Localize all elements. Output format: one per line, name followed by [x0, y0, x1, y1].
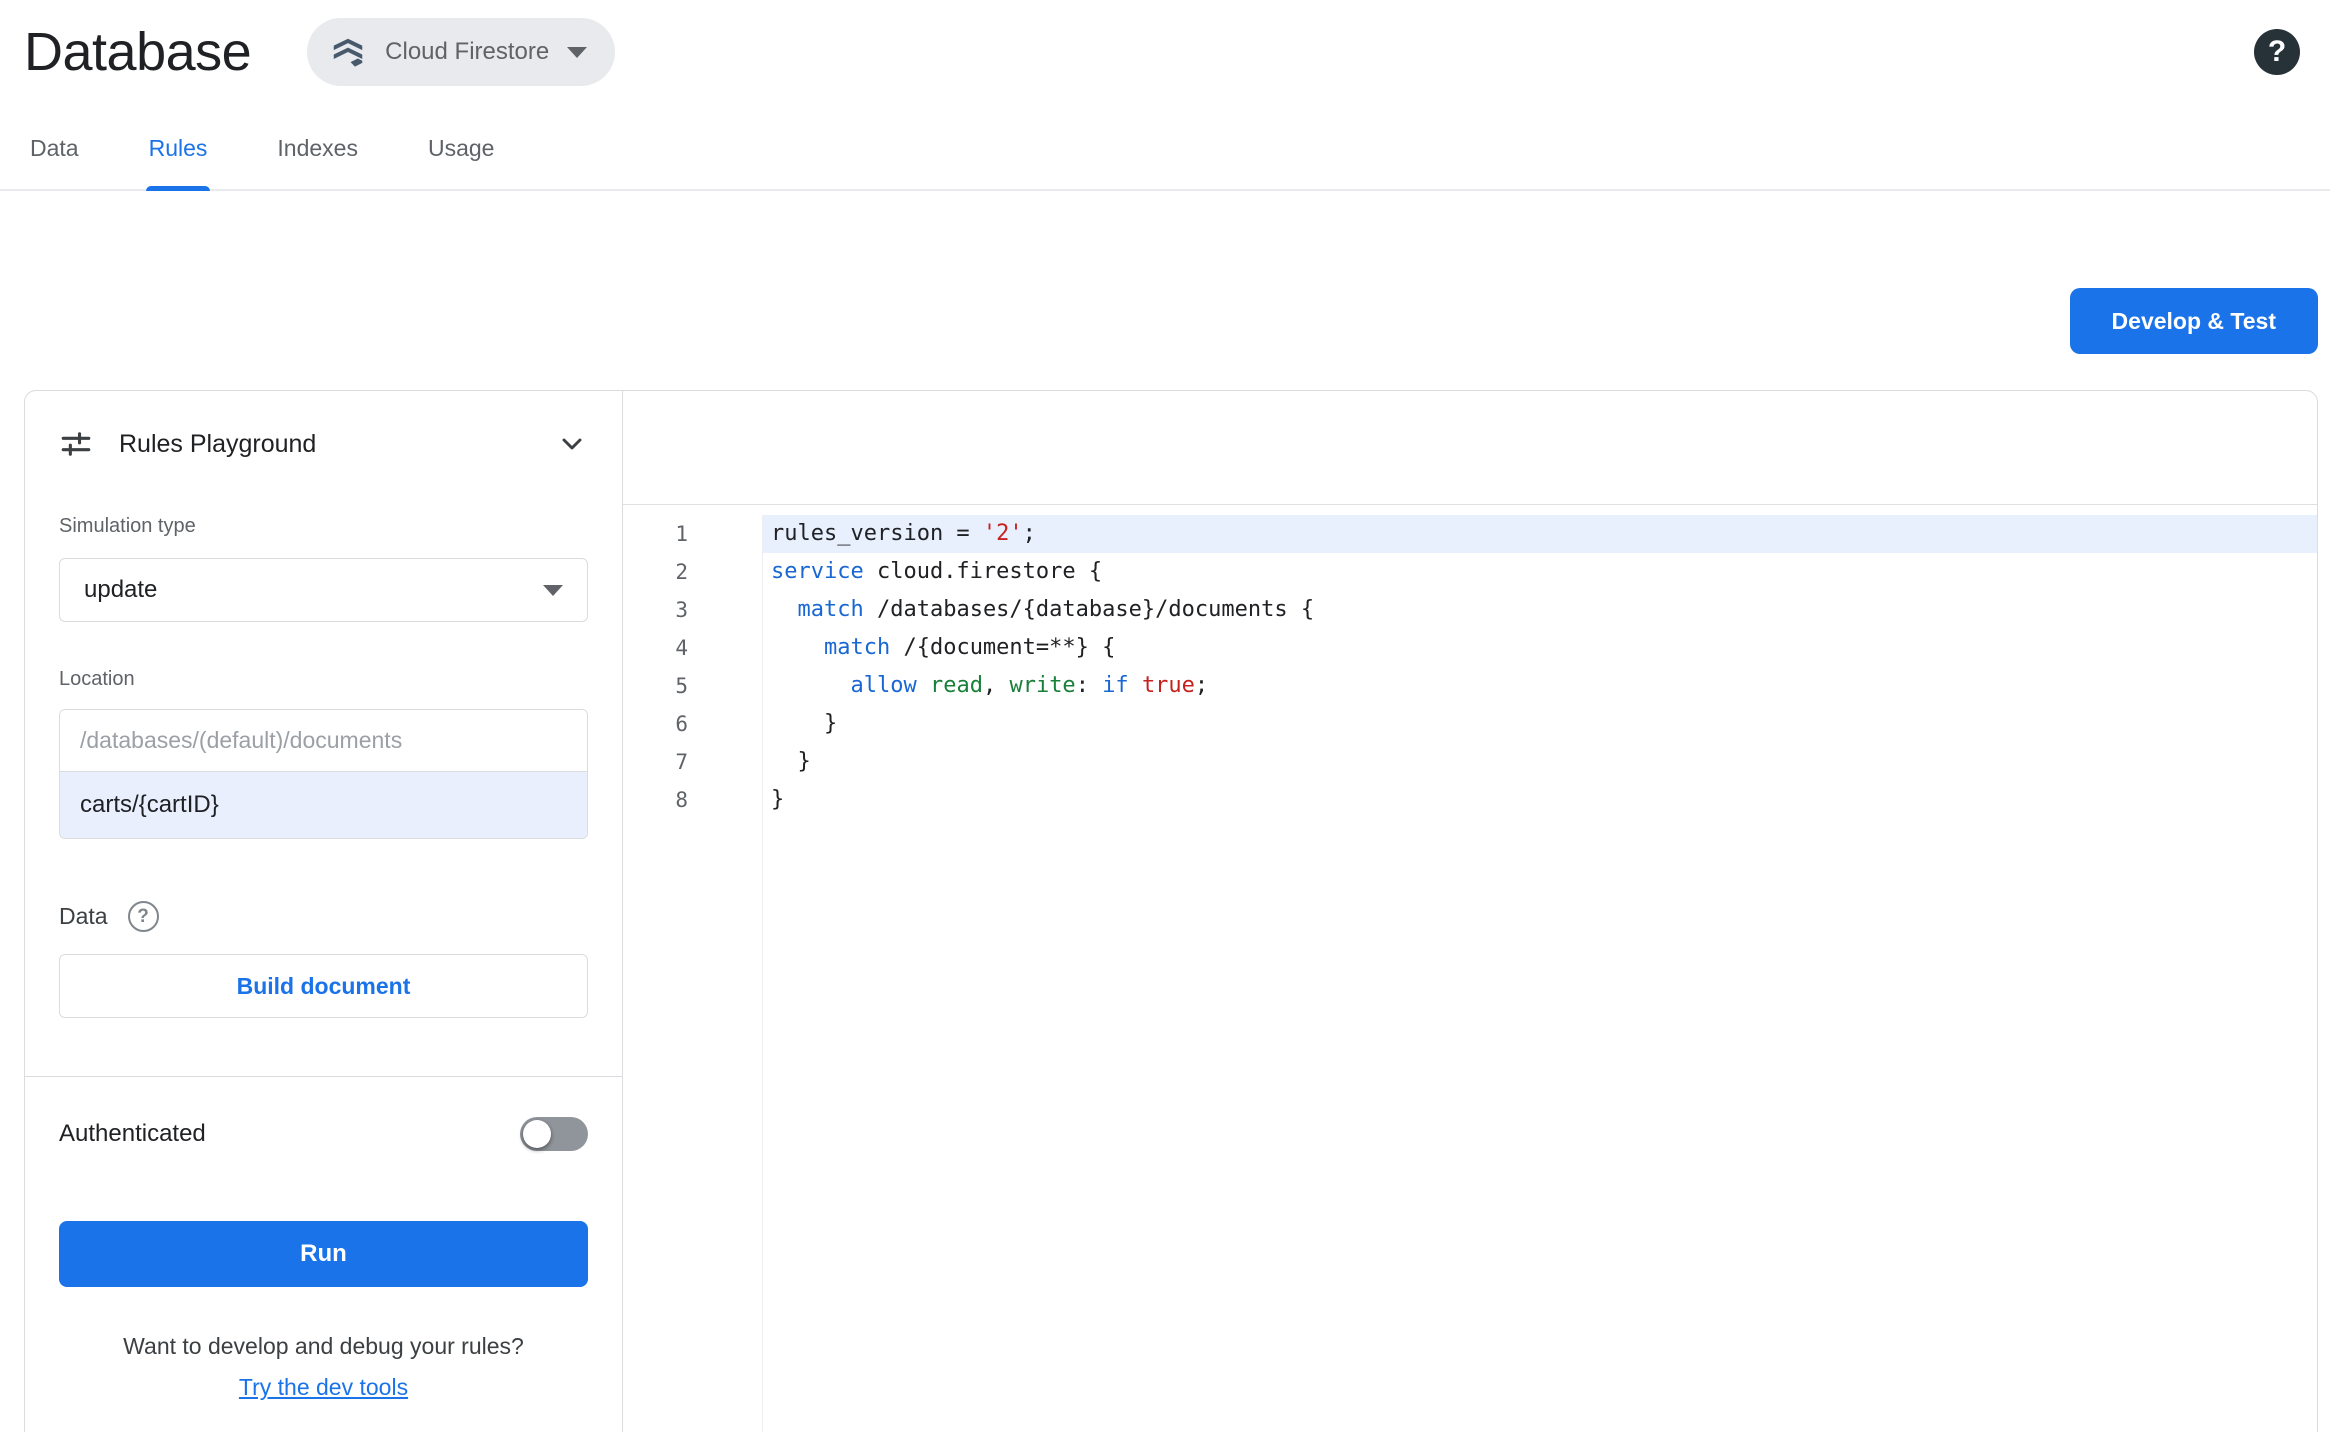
playground-header: Rules Playground [25, 391, 622, 461]
tune-icon [59, 427, 93, 461]
simulation-type-label: Simulation type [59, 515, 196, 537]
page-header: Database Cloud Firestore ? [0, 0, 2330, 86]
editor-toolbar [623, 391, 2317, 505]
data-label: Data [59, 903, 108, 929]
location-field-group: /databases/(default)/documents carts/{ca… [59, 709, 588, 839]
line-number: 2 [675, 560, 688, 584]
code-line[interactable]: match /databases/{database}/documents { [763, 591, 2317, 629]
location-label: Location [59, 668, 135, 690]
line-number: 6 [675, 712, 688, 736]
code-line[interactable]: } [763, 781, 2317, 819]
toggle-thumb [523, 1120, 551, 1148]
run-button[interactable]: Run [59, 1221, 588, 1287]
develop-test-button[interactable]: Develop & Test [2069, 288, 2318, 354]
line-number-gutter: 1 2 3 4 5 6 7 8 [623, 515, 763, 1432]
location-prefix-input[interactable]: /databases/(default)/documents [60, 710, 587, 772]
tab-data[interactable]: Data [27, 121, 82, 189]
line-number: 3 [675, 598, 688, 622]
rules-editor: 1 2 3 4 5 6 7 8 rules_version = '2'; service clo… [623, 391, 2317, 1432]
tab-usage[interactable]: Usage [425, 121, 497, 189]
dev-tools-question: Want to develop and debug your rules? [123, 1333, 524, 1359]
build-document-button[interactable]: Build document [59, 954, 588, 1018]
playground-body: Simulation type update Location /databas… [25, 461, 622, 1018]
database-selector-label: Cloud Firestore [385, 38, 550, 65]
data-help-icon[interactable]: ? [127, 901, 159, 932]
data-section-header: Data ? [59, 901, 588, 932]
simulation-type-select[interactable]: update [59, 558, 588, 622]
page-title: Database [24, 22, 252, 82]
code-line[interactable]: } [763, 705, 2317, 743]
line-number: 1 [675, 522, 688, 546]
code-line[interactable]: } [763, 743, 2317, 781]
collapse-playground-button[interactable] [556, 428, 588, 460]
help-button[interactable]: ? [2254, 29, 2300, 75]
authenticated-row: Authenticated [25, 1077, 622, 1151]
code-line[interactable]: service cloud.firestore { [763, 553, 2317, 591]
editor-body: 1 2 3 4 5 6 7 8 rules_version = '2'; service clo… [623, 505, 2317, 1432]
tab-bar: Data Rules Indexes Usage [0, 121, 2330, 191]
authenticated-label: Authenticated [59, 1120, 206, 1147]
simulation-type-value: update [84, 576, 158, 603]
code-line[interactable]: allow read, write: if true; [763, 667, 2317, 705]
firestore-icon [329, 33, 367, 71]
tab-rules[interactable]: Rules [145, 121, 211, 191]
database-selector[interactable]: Cloud Firestore [307, 18, 616, 86]
chevron-down-icon [543, 584, 563, 596]
code-area[interactable]: rules_version = '2'; service cloud.firest… [763, 515, 2317, 1432]
rules-playground-panel: Rules Playground Simulation type update … [25, 391, 623, 1432]
line-number: 4 [675, 636, 688, 660]
chevron-down-icon [567, 46, 588, 58]
code-line[interactable]: rules_version = '2'; [763, 515, 2317, 553]
dev-tools-link[interactable]: Try the dev tools [239, 1374, 408, 1401]
line-number: 5 [675, 674, 688, 698]
authenticated-toggle[interactable] [520, 1117, 588, 1151]
tab-indexes[interactable]: Indexes [274, 121, 361, 189]
code-line[interactable]: match /{document=**} { [763, 629, 2317, 667]
location-input[interactable]: carts/{cartID} [60, 772, 587, 838]
line-number: 7 [675, 750, 688, 774]
playground-footer: Want to develop and debug your rules? Tr… [25, 1333, 622, 1401]
main-content: Develop & Test Rules Playground Simulati… [0, 288, 2330, 1432]
playground-title: Rules Playground [119, 429, 317, 458]
line-number: 8 [675, 788, 688, 812]
rules-card: Rules Playground Simulation type update … [24, 390, 2318, 1432]
